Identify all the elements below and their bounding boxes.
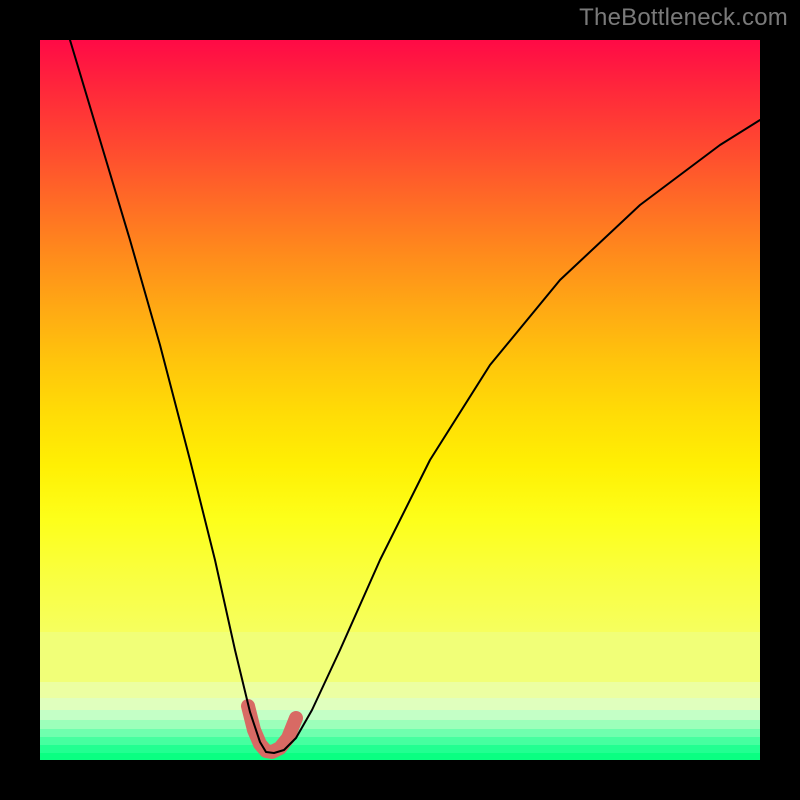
watermark-text: TheBottleneck.com <box>579 4 788 32</box>
curve-layer <box>40 40 760 760</box>
bottleneck-curve <box>70 40 760 753</box>
chart-frame: TheBottleneck.com <box>0 0 800 800</box>
